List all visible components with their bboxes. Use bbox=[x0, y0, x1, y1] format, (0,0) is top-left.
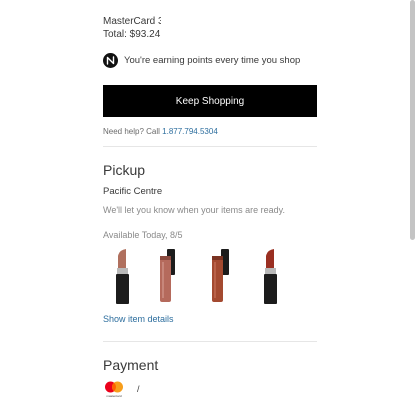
pickup-item-liquid-rose[interactable] bbox=[155, 246, 181, 308]
mastercard-caption: mastercard bbox=[106, 394, 121, 398]
payment-card-line: MasterCard 3 bbox=[103, 16, 161, 27]
pickup-items bbox=[103, 246, 317, 308]
lipstick-bullet-icon bbox=[116, 249, 129, 304]
order-confirmation-page: MasterCard 3 Total: $93.24 You're earnin… bbox=[0, 0, 420, 420]
order-total: Total: $93.24 bbox=[103, 29, 161, 40]
pickup-item-liquid-brick[interactable] bbox=[207, 246, 233, 308]
payment-card-suffix: / bbox=[137, 384, 140, 394]
section-divider bbox=[103, 146, 317, 147]
payment-card-row: mastercard / bbox=[103, 380, 140, 398]
help-prefix: Need help? Call bbox=[103, 127, 163, 136]
liquid-lipstick-icon bbox=[212, 249, 229, 302]
mastercard-icon: mastercard bbox=[103, 380, 125, 398]
liquid-lipstick-icon bbox=[160, 249, 175, 302]
lipstick-bullet-icon bbox=[264, 249, 277, 304]
pickup-title: Pickup bbox=[103, 162, 146, 178]
page-scrollbar[interactable] bbox=[410, 0, 415, 240]
section-divider bbox=[103, 341, 317, 342]
rewards-message: You're earning points every time you sho… bbox=[124, 55, 301, 66]
nordstrom-n-icon bbox=[103, 53, 118, 68]
show-item-details-link[interactable]: Show item details bbox=[103, 314, 174, 324]
pickup-availability: Available Today, 8/5 bbox=[103, 230, 183, 240]
pickup-item-lipstick-nude[interactable] bbox=[109, 246, 135, 308]
pickup-item-lipstick-red[interactable] bbox=[257, 246, 283, 308]
rewards-row: You're earning points every time you sho… bbox=[103, 53, 300, 68]
payment-title: Payment bbox=[103, 357, 159, 373]
pickup-notify-text: We'll let you know when your items are r… bbox=[103, 205, 285, 215]
keep-shopping-button[interactable]: Keep Shopping bbox=[103, 85, 317, 117]
help-phone-link[interactable]: 1.877.794.5304 bbox=[162, 127, 218, 136]
help-line: Need help? Call 1.877.794.5304 bbox=[103, 127, 218, 136]
pickup-store-name: Pacific Centre bbox=[103, 186, 163, 197]
